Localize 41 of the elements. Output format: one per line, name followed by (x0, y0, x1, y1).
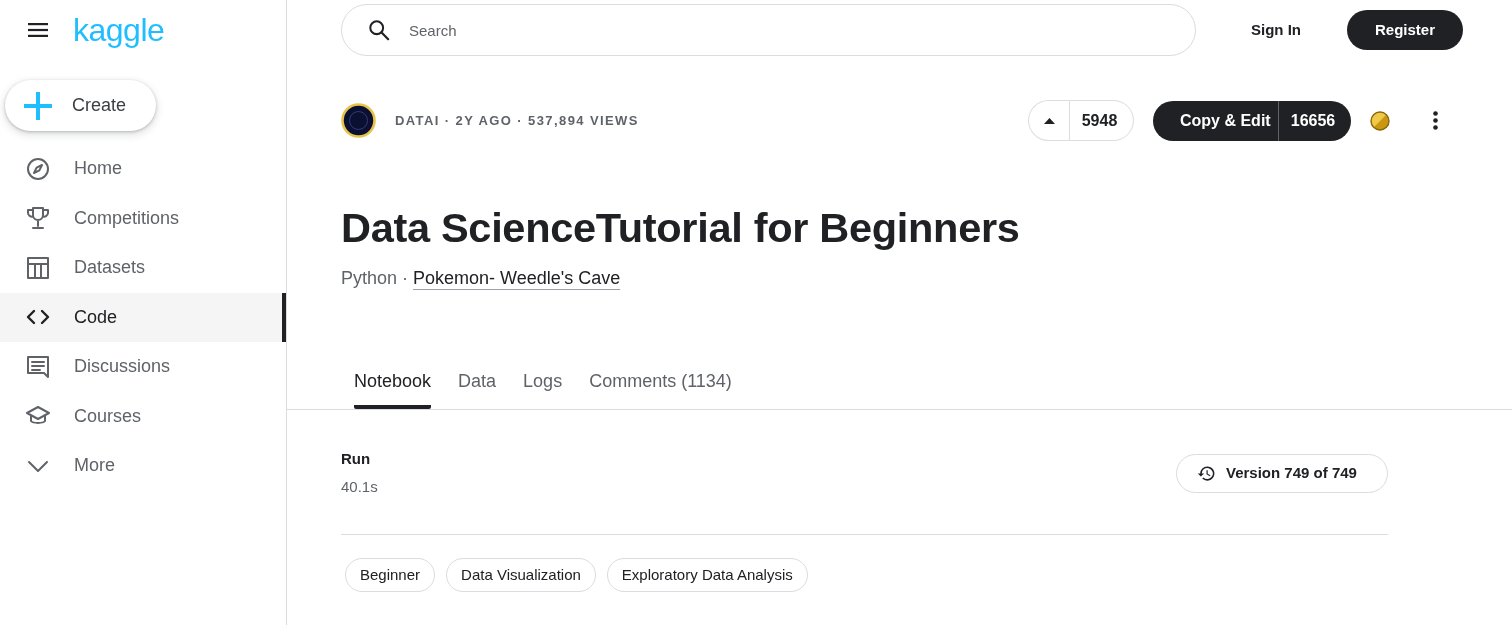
sidebar-item[interactable]: Courses (0, 391, 286, 441)
compass-icon (26, 156, 50, 181)
table-icon (26, 255, 50, 280)
sidebar-item[interactable]: Competitions (0, 193, 286, 243)
tag-chip[interactable]: Data Visualization (446, 558, 596, 592)
sidebar-item[interactable]: Home (0, 144, 286, 194)
dataset-link[interactable]: Pokemon- Weedle's Cave (413, 265, 621, 291)
tab[interactable]: Comments (1134) (589, 361, 732, 409)
search-field[interactable]: Search (341, 4, 1196, 56)
search-icon (368, 19, 390, 41)
plus-icon (24, 91, 52, 120)
tag-chip[interactable]: Beginner (345, 558, 436, 592)
upvote-button[interactable] (1028, 100, 1069, 141)
register-button[interactable]: Register (1347, 10, 1463, 50)
chat-icon (26, 354, 50, 379)
copy-edit-button[interactable]: Copy & Edit (1153, 100, 1278, 141)
notebook-meta: DATAI · 2Y AGO · 537,894 VIEWS (395, 111, 639, 130)
notebook-title: Data ScienceTutorial for Beginners (341, 203, 1020, 253)
tab[interactable]: Data (458, 361, 497, 409)
tab[interactable]: Logs (523, 361, 563, 409)
vote-count-button[interactable]: 5948 (1069, 100, 1134, 141)
language-label: Python · (341, 267, 409, 290)
caret-up-icon (1043, 117, 1055, 124)
sidebar-item[interactable]: Discussions (0, 342, 286, 392)
medal-icon (1370, 110, 1390, 131)
avatar-icon (341, 103, 376, 138)
tag-chip[interactable]: Exploratory Data Analysis (606, 558, 808, 592)
kebab-menu-icon (1432, 111, 1438, 130)
run-label: Run (341, 449, 372, 469)
version-button[interactable]: Version 749 of 749 (1176, 453, 1388, 493)
sign-in-button[interactable]: Sign In (1235, 10, 1317, 50)
sidebar-item[interactable]: Code (0, 292, 286, 342)
history-icon (1197, 463, 1216, 483)
create-button[interactable]: Create (5, 80, 156, 131)
sidebar-item[interactable]: More (0, 441, 286, 491)
menu-icon[interactable] (28, 23, 48, 37)
sidebar-item[interactable]: Datasets (0, 243, 286, 293)
copy-count-button[interactable]: 16656 (1278, 100, 1351, 141)
trophy-icon (26, 206, 50, 231)
run-duration: 40.1s (341, 477, 378, 497)
tab[interactable]: Notebook (354, 361, 432, 409)
